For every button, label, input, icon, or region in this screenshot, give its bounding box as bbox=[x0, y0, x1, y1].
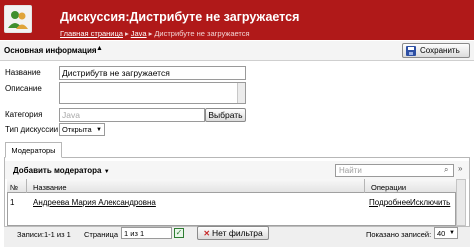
no-filter-label: Нет фильтра bbox=[212, 228, 263, 238]
name-label: Название bbox=[5, 68, 41, 77]
details-link[interactable]: Подробнее bbox=[369, 198, 411, 207]
category-input[interactable]: Java bbox=[59, 108, 205, 122]
save-button-label: Сохранить bbox=[420, 46, 460, 55]
search-icon[interactable]: ⌕ bbox=[444, 165, 448, 175]
users-icon bbox=[3, 4, 33, 34]
per-page-select[interactable]: 40 ▼ bbox=[434, 227, 458, 239]
moderator-name-link[interactable]: Андреева Мария Александровна bbox=[33, 198, 156, 207]
row-number: 1 bbox=[10, 198, 15, 207]
checkmark-icon[interactable]: ✓ bbox=[174, 228, 184, 238]
records-count: Записи:1-1 из 1 bbox=[17, 230, 71, 239]
save-button[interactable]: Сохранить bbox=[402, 43, 470, 58]
discussion-type-select[interactable]: Открыта ▼ bbox=[59, 123, 105, 136]
column-header-operations[interactable]: Операции bbox=[371, 183, 406, 192]
page-input[interactable]: 1 из 1 bbox=[121, 227, 172, 239]
breadcrumb-java[interactable]: Java bbox=[131, 29, 147, 38]
search-input[interactable]: Найти bbox=[335, 164, 454, 177]
add-moderator-label: Добавить модератора bbox=[13, 166, 102, 175]
breadcrumb-current: Дистрибуте не загружается bbox=[154, 29, 250, 38]
breadcrumb-separator: ▸ bbox=[124, 29, 129, 38]
category-label: Категория bbox=[5, 110, 43, 119]
no-filter-button[interactable]: ✕ Нет фильтра bbox=[197, 226, 269, 240]
floppy-disk-icon bbox=[406, 45, 416, 56]
page-label: Страница bbox=[84, 230, 118, 239]
per-page-label: Показано записей: bbox=[366, 230, 432, 239]
section-title: Основная информация bbox=[4, 46, 97, 55]
column-divider bbox=[364, 179, 365, 193]
breadcrumb-separator: ▸ bbox=[148, 29, 153, 38]
discussion-type-label: Тип дискуссии bbox=[5, 125, 59, 134]
description-label: Описание bbox=[5, 84, 42, 93]
per-page-value: 40 bbox=[437, 228, 446, 238]
collapse-arrow-icon[interactable]: ▲ bbox=[96, 45, 103, 52]
column-header-num[interactable]: № bbox=[10, 183, 18, 192]
description-textarea[interactable] bbox=[59, 82, 246, 104]
exclude-link[interactable]: Исключить bbox=[410, 198, 450, 207]
name-input[interactable]: Дистрибутв не загружается bbox=[59, 66, 246, 80]
choose-category-button[interactable]: Выбрать bbox=[205, 108, 246, 122]
double-chevron-icon[interactable]: » bbox=[458, 164, 462, 173]
breadcrumb: Главная страница ▸ Java ▸ Дистрибуте не загр… bbox=[60, 29, 250, 38]
tab-divider bbox=[4, 157, 470, 158]
column-header-name[interactable]: Название bbox=[33, 183, 67, 192]
chevron-down-icon: ▼ bbox=[449, 230, 455, 236]
breadcrumb-home[interactable]: Главная страница bbox=[60, 29, 123, 38]
add-moderator-dropdown[interactable]: Добавить модератора ▼ bbox=[13, 166, 110, 175]
discussion-type-value: Открыта bbox=[62, 125, 92, 134]
description-scrollbar[interactable] bbox=[237, 83, 245, 103]
tab-moderators[interactable]: Модераторы bbox=[5, 142, 62, 158]
column-divider bbox=[26, 179, 27, 193]
chevron-down-icon: ▼ bbox=[96, 126, 102, 133]
chevron-down-icon: ▼ bbox=[103, 169, 110, 175]
grid-scrollbar[interactable] bbox=[456, 179, 466, 226]
page-title: Дискуссия:Дистрибуте не загружается bbox=[60, 10, 300, 24]
clear-filter-icon: ✕ bbox=[203, 228, 211, 238]
